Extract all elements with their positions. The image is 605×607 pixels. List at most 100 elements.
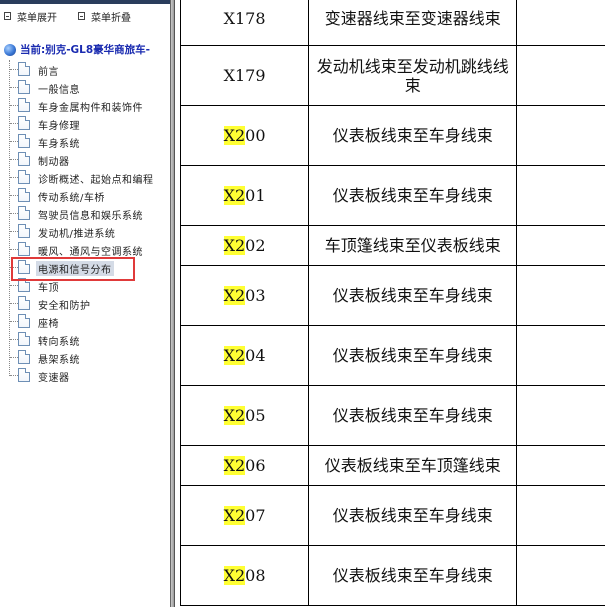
nav-tree-item-label: 制动器 (38, 157, 70, 168)
connector-description-cell: 车顶篷线束至仪表板线束 (308, 225, 518, 266)
document-icon (18, 152, 30, 166)
connector-code-cell: X202 (179, 225, 310, 266)
connector-description-cell: 仪表板线束至车顶篷线束 (308, 445, 518, 486)
document-icon (18, 188, 30, 202)
tree-branch-line (10, 69, 18, 70)
connector-description-cell: 仪表板线束至车身线束 (308, 485, 518, 546)
search-highlight: X2 (223, 566, 246, 585)
nav-tree-item[interactable]: 车身系统 (0, 132, 170, 150)
connector-location-cell (516, 45, 605, 106)
connector-location-cell (516, 225, 605, 266)
tree-branch-line (10, 303, 18, 304)
tree-branch-line (10, 105, 18, 106)
tree-branch-line (10, 357, 18, 358)
nav-tree-item[interactable]: 车身金属构件和装饰件 (0, 96, 170, 114)
nav-tree-item[interactable]: 座椅 (0, 312, 170, 330)
globe-icon (4, 43, 16, 56)
connector-table: X178 变速器线束至变速器线束 X179 发动机线束至发动机跳线线束 X200 仪表板线… (179, 0, 605, 606)
connector-location-cell (516, 545, 605, 606)
connector-code-cell: X200 (179, 105, 310, 166)
document-icon (18, 98, 30, 112)
nav-tree-item-label: 变速器 (38, 373, 70, 384)
table-row: X205 仪表板线束至车身线束 (179, 385, 605, 446)
table-row: X208 仪表板线束至车身线束 (179, 545, 605, 606)
nav-tree-item[interactable]: 变速器 (0, 366, 170, 384)
search-highlight: X2 (223, 506, 246, 525)
nav-tree-item[interactable]: 驾驶员信息和娱乐系统 (0, 204, 170, 222)
tree-branch-line (10, 159, 18, 160)
nav-tree-item-label: 暖风、通风与空调系统 (38, 247, 143, 258)
table-row: X200 仪表板线束至车身线束 (179, 105, 605, 166)
nav-tree-item-label: 车身金属构件和装饰件 (38, 103, 143, 114)
nav-tree-item-label: 前言 (38, 67, 59, 78)
search-highlight: X2 (223, 186, 246, 205)
tree-branch-line (10, 321, 18, 322)
collapse-icon (78, 12, 85, 20)
connector-description-cell: 发动机线束至发动机跳线线束 (308, 45, 518, 106)
selection-highlight-box (11, 257, 135, 281)
nav-tree-item-label: 悬架系统 (38, 355, 80, 366)
nav-tree-item-label: 一般信息 (38, 85, 80, 96)
connector-code: 01 (245, 186, 266, 205)
connector-code-cell: X207 (179, 485, 310, 546)
menu-collapse-button[interactable]: 菜单折叠 (78, 9, 131, 24)
connector-code-cell: X205 (179, 385, 310, 446)
connector-code-cell: X206 (179, 445, 310, 486)
connector-code: 06 (245, 456, 266, 475)
nav-tree-item[interactable]: 安全和防护 (0, 294, 170, 312)
nav-tree-item-label: 车身修理 (38, 121, 80, 132)
tree-branch-line (10, 249, 18, 250)
connector-code: 02 (245, 236, 266, 255)
document-icon (18, 116, 30, 130)
tree-branch-line (10, 141, 18, 142)
tree-branch-line (10, 375, 18, 376)
nav-tree-item[interactable]: 车身修理 (0, 114, 170, 132)
nav-tree-item-label: 车顶 (38, 283, 59, 294)
connector-location-cell (516, 485, 605, 546)
table-row: X179 发动机线束至发动机跳线线束 (179, 45, 605, 106)
connector-location-cell (516, 165, 605, 226)
nav-tree-item-label: 发动机/推进系统 (38, 229, 116, 240)
connector-code: 07 (245, 506, 266, 525)
connector-location-cell (516, 0, 605, 46)
nav-tree-item-label: 座椅 (38, 319, 59, 330)
connector-location-cell (516, 325, 605, 386)
document-icon (18, 368, 30, 382)
tree-branch-line (10, 339, 18, 340)
search-highlight: X2 (223, 286, 246, 305)
nav-tree-item[interactable]: 制动器 (0, 150, 170, 168)
nav-tree-item[interactable]: 转向系统 (0, 330, 170, 348)
nav-tree-item[interactable]: 发动机/推进系统 (0, 222, 170, 240)
nav-tree-item[interactable]: 悬架系统 (0, 348, 170, 366)
menu-expand-button[interactable]: 菜单展开 (4, 9, 57, 24)
connector-code: X178 (223, 8, 266, 28)
search-highlight: X2 (223, 346, 246, 365)
connector-code: 08 (245, 566, 266, 585)
connector-code: 05 (245, 406, 266, 425)
nav-tree-item[interactable]: 前言 (0, 60, 170, 78)
tree-root[interactable]: 当前:别克-GL8豪华商旅车- (4, 42, 150, 57)
table-row: X202 车顶篷线束至仪表板线束 (179, 225, 605, 266)
connector-code: 04 (245, 346, 266, 365)
connector-description-cell: 仪表板线束至车身线束 (308, 165, 518, 226)
navigation-pane: 菜单展开 菜单折叠 当前:别克-GL8豪华商旅车- 前言一般信息车身金属构件和装… (0, 0, 170, 607)
table-row: X204 仪表板线束至车身线束 (179, 325, 605, 386)
document-icon (18, 206, 30, 220)
connector-location-cell (516, 105, 605, 166)
connector-description-cell: 仪表板线束至车身线束 (308, 265, 518, 326)
nav-tree-item[interactable]: 传动系统/车桥 (0, 186, 170, 204)
nav-tree-item-label: 驾驶员信息和娱乐系统 (38, 211, 143, 222)
search-highlight: X2 (223, 236, 246, 255)
menu-expand-label: 菜单展开 (17, 12, 57, 24)
document-icon (18, 224, 30, 238)
connector-code-cell: X208 (179, 545, 310, 606)
nav-tree-item[interactable]: 一般信息 (0, 78, 170, 96)
nav-tree-item[interactable]: 暖风、通风与空调系统 (0, 240, 170, 258)
top-toolbar-strip (0, 0, 170, 4)
table-row: X201 仪表板线束至车身线束 (179, 165, 605, 226)
connector-description-cell: 变速器线束至变速器线束 (308, 0, 518, 46)
nav-tree-item[interactable]: 诊断概述、起始点和编程 (0, 168, 170, 186)
connector-location-cell (516, 445, 605, 486)
tree-branch-line (10, 195, 18, 196)
document-icon (18, 350, 30, 364)
